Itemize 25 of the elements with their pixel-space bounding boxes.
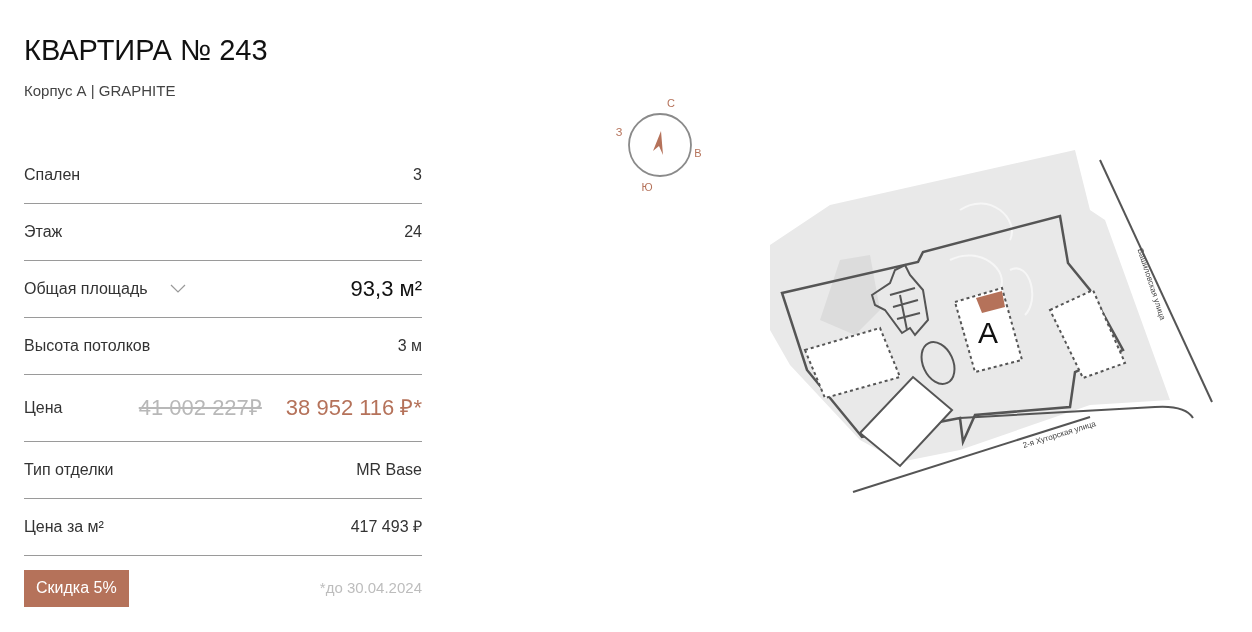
spec-label: Тип отделки bbox=[24, 459, 114, 480]
spec-value: MR Base bbox=[356, 459, 422, 480]
compass-label: З bbox=[615, 126, 623, 138]
spec-value: 417 493 ₽ bbox=[350, 516, 422, 537]
compass-label: С bbox=[667, 97, 675, 109]
spec-label: Высота потолков bbox=[24, 335, 151, 356]
building-subtitle: Корпус А | GRAPHITE bbox=[24, 81, 177, 101]
spec-value: 24 bbox=[404, 221, 422, 242]
chevron-icon[interactable] bbox=[169, 284, 186, 293]
discount-badge: Скидка 5% bbox=[24, 569, 129, 607]
spec-label: Спален bbox=[24, 164, 81, 185]
spec-value: 93,3 м² bbox=[350, 275, 422, 303]
compass-label: Ю bbox=[641, 181, 653, 193]
spec-label: Цена bbox=[24, 397, 63, 418]
building-label: А bbox=[978, 316, 998, 349]
apartment-title: КВАРТИРА № 243 bbox=[24, 33, 269, 68]
spec-label: Общая площадь bbox=[24, 278, 148, 299]
spec-label: Цена за м² bbox=[24, 516, 104, 537]
spec-value: 3 bbox=[413, 164, 422, 185]
compass-label: В bbox=[694, 147, 702, 159]
discount-note: *до 30.04.2024 bbox=[319, 577, 422, 598]
old-price: 41 002 227₽ bbox=[138, 394, 262, 422]
spec-label: Этаж bbox=[24, 221, 63, 242]
price: 38 952 116 ₽* bbox=[285, 394, 422, 422]
spec-value: 3 м bbox=[397, 335, 422, 356]
